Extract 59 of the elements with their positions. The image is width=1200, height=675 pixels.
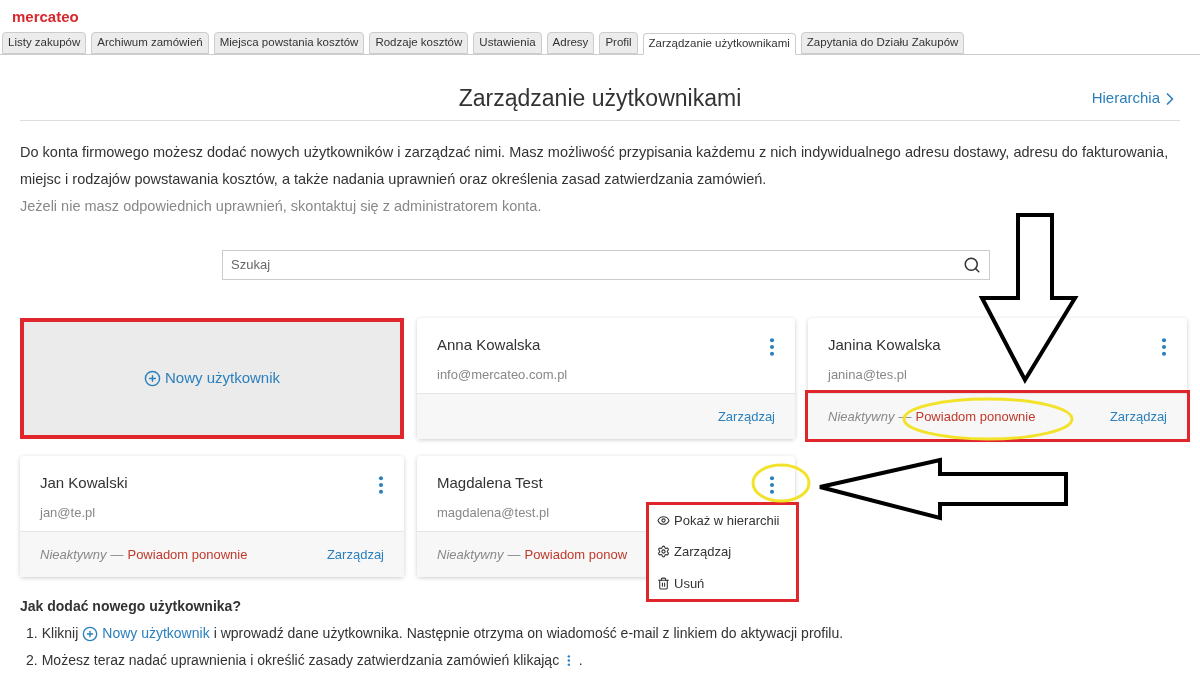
status-text: Nieaktywny (40, 545, 107, 564)
search-icon[interactable] (963, 256, 981, 274)
more-icon[interactable] (1161, 338, 1167, 356)
tab[interactable]: Miejsca powstania kosztów (213, 32, 365, 54)
manage-link[interactable]: Zarządzaj (1109, 406, 1167, 427)
dash: — (110, 545, 124, 564)
tab[interactable]: Zapytania do Działu Zakupów (800, 32, 965, 54)
resend-link[interactable]: Powiadom ponow (524, 544, 628, 565)
manage-link[interactable]: Zarządzaj (326, 544, 384, 565)
tab[interactable]: Archiwum zamówień (91, 32, 209, 54)
more-icon[interactable] (378, 476, 384, 494)
step-text: Możesz teraz nadać uprawnienia i określić zasady zatwierdzania zamówień klikając (41, 651, 560, 670)
resend-link[interactable]: Powiadom ponownie (127, 544, 248, 565)
settings-icon (657, 545, 670, 559)
plus-icon (82, 625, 99, 642)
menu-item[interactable]: Zarządzaj (657, 542, 788, 562)
user-email: jan@te.pl (40, 503, 97, 522)
search-field[interactable]: Szukaj (222, 250, 990, 280)
tab[interactable]: Listy zakupów (2, 32, 87, 54)
intro-text: Do konta firmowego możesz dodać nowych użytkowników i zarządzać nimi. Masz możliwość przypisania każdemu z nich indywidualnego adresu dostawy, adresu do fakturowania, miejsc i rodzajów powstawania kosztów, a także nadania uprawnień oraz określenia zasad zatwierdzania zamówień. (20, 143, 1170, 189)
search-input[interactable]: Szukaj (231, 255, 963, 275)
menu-item[interactable]: Pokaż w hierarchii (657, 510, 788, 531)
help-title: Jak dodać nowego użytkownika? (20, 597, 242, 616)
manage-link[interactable]: Zarządzaj (717, 406, 775, 427)
user-name: Jan Kowalski (40, 473, 128, 493)
tab[interactable]: Zarządzanie użytkownikami (642, 33, 796, 55)
user-email: janina@tes.pl (828, 365, 908, 384)
highlight-ellipse (751, 463, 811, 503)
plus-icon (143, 370, 161, 387)
step-text: Kliknij (41, 624, 79, 643)
more-icon[interactable] (769, 338, 775, 356)
tab[interactable]: Rodzaje kosztów (369, 32, 469, 54)
step-number: 1. (26, 624, 38, 643)
hierarchy-link[interactable]: Hierarchia (1091, 87, 1180, 110)
logo[interactable]: mercateo (12, 5, 79, 29)
user-name: Anna Kowalska (437, 335, 542, 355)
status-text: Nieaktywny (828, 407, 895, 426)
step-text: i wprowadź dane użytkownika. Następnie otrzyma on wiadomość e-mail z linkiem do aktywacji profilu. (213, 624, 844, 643)
eye-icon (657, 514, 670, 528)
new-user-link[interactable]: Nowy użytkownik (82, 620, 210, 647)
tab[interactable]: Profil (599, 32, 638, 54)
user-email: magdalena@test.pl (437, 503, 550, 522)
more-icon[interactable] (567, 655, 571, 666)
note-text: Jeżeli nie masz odpowiednich uprawnień, skontaktuj się z administratorem konta. (20, 197, 543, 216)
status-text: Nieaktywny (437, 545, 504, 564)
page-title: Zarządzanie użytkownikami (458, 84, 742, 114)
menu-item[interactable]: Usuń (657, 573, 788, 594)
step-number: 2. (26, 651, 38, 670)
dash: — (507, 545, 521, 564)
step-text: . (578, 651, 583, 670)
new-user-card[interactable]: Nowy użytkownik (20, 318, 404, 439)
more-icon[interactable] (769, 476, 775, 494)
user-name: Magdalena Test (437, 473, 544, 493)
tab[interactable]: Ustawienia (473, 32, 542, 54)
resend-link[interactable]: Powiadom ponownie (915, 406, 1036, 427)
trash-icon (657, 576, 670, 590)
user-name: Janina Kowalska (828, 335, 941, 355)
user-email: info@mercateo.com.pl (437, 365, 568, 384)
tab[interactable]: Adresy (546, 32, 595, 54)
